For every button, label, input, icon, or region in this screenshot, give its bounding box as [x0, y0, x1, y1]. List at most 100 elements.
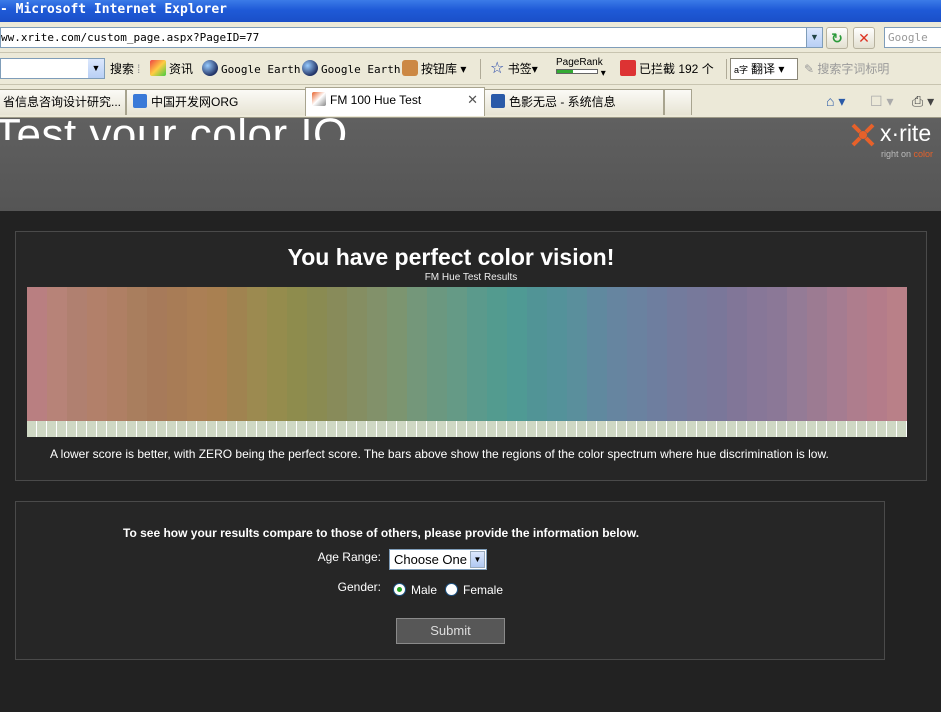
submit-button[interactable]: Submit — [396, 618, 505, 644]
results-panel: You have perfect color vision! FM Hue Te… — [15, 231, 927, 481]
spectrum-band — [707, 287, 727, 421]
score-bar — [227, 421, 237, 437]
translate-icon: a字 — [734, 65, 749, 75]
score-bar — [377, 421, 387, 437]
spectrum-band — [487, 287, 507, 421]
tab-china-dev[interactable]: 中国开发网ORG — [126, 89, 306, 115]
globe-icon — [302, 60, 318, 76]
bookmarks-button[interactable]: ☆ 书签▾ — [490, 60, 538, 78]
xrite-logo[interactable]: x·rite right on color — [850, 120, 941, 162]
spectrum-band — [187, 287, 207, 421]
spectrum-band — [167, 287, 187, 421]
score-bar — [127, 421, 137, 437]
search-input[interactable]: Google — [884, 27, 941, 48]
score-bar — [27, 421, 37, 437]
score-bar — [687, 421, 697, 437]
pagerank-indicator[interactable]: PageRank ▾ — [556, 57, 606, 79]
score-bar — [397, 421, 407, 437]
stop-icon[interactable]: ✕ — [853, 27, 875, 49]
score-bar — [567, 421, 577, 437]
spectrum-band — [827, 287, 847, 421]
score-bar — [597, 421, 607, 437]
toolbar-news-button[interactable]: 资讯 — [150, 60, 193, 78]
spectrum-band — [667, 287, 687, 421]
score-bar — [437, 421, 447, 437]
score-bar — [137, 421, 147, 437]
demographics-form: To see how your results compare to those… — [15, 501, 885, 660]
spectrum-band — [527, 287, 547, 421]
spectrum-band — [127, 287, 147, 421]
button-library-button[interactable]: 按钮库 ▾ — [402, 60, 466, 78]
spectrum-band — [507, 287, 527, 421]
new-tab-button[interactable] — [664, 89, 692, 115]
spectrum-band — [727, 287, 747, 421]
toolbar-divider — [480, 59, 481, 79]
page-header: Test your color IQ x·rite right on color — [0, 118, 941, 211]
address-bar: ww.xrite.com/custom_page.aspx?PageID=77 … — [0, 22, 941, 53]
google-earth-button-1[interactable]: Google Earth — [202, 60, 300, 78]
score-bar — [107, 421, 117, 437]
spectrum-band — [807, 287, 827, 421]
news-icon — [150, 60, 166, 76]
chevron-down-icon[interactable]: ▼ — [470, 551, 485, 568]
tab-fm-hue-test[interactable]: FM 100 Hue Test ✕ — [305, 87, 485, 116]
score-bar — [187, 421, 197, 437]
tab-info-consulting[interactable]: 省信息咨询设计研究... — [0, 89, 126, 115]
home-icon[interactable]: ⌂ ▾ — [826, 93, 845, 110]
tab-xitek[interactable]: 色影无忌 - 系统信息 — [484, 89, 664, 115]
spectrum-band — [627, 287, 647, 421]
score-bar — [647, 421, 657, 437]
score-bar — [787, 421, 797, 437]
url-dropdown-icon[interactable]: ▼ — [806, 28, 822, 47]
score-bar — [537, 421, 547, 437]
gender-female-label[interactable]: Female — [463, 583, 503, 597]
spectrum-band — [267, 287, 287, 421]
spectrum-band — [47, 287, 67, 421]
spectrum-band — [447, 287, 467, 421]
tab-bar: 省信息咨询设计研究... 中国开发网ORG FM 100 Hue Test ✕ … — [0, 85, 941, 118]
gender-female-radio[interactable] — [445, 583, 458, 596]
pagerank-bar — [556, 69, 598, 74]
score-bar — [417, 421, 427, 437]
gender-label: Gender: — [337, 580, 381, 594]
score-bar — [837, 421, 847, 437]
score-bar — [337, 421, 347, 437]
puzzle-icon — [402, 60, 418, 76]
score-bar — [387, 421, 397, 437]
spectrum-band — [67, 287, 87, 421]
age-range-select[interactable]: Choose One ▼ — [389, 549, 487, 570]
feeds-icon[interactable]: ☐ ▾ — [870, 93, 893, 110]
close-tab-icon[interactable]: ✕ — [467, 88, 478, 112]
xrite-x-icon — [851, 123, 875, 147]
print-icon[interactable]: ⎙ ▾ — [912, 93, 934, 110]
score-bar — [717, 421, 727, 437]
gender-male-radio[interactable] — [393, 583, 406, 596]
score-bar — [867, 421, 877, 437]
url-input[interactable]: ww.xrite.com/custom_page.aspx?PageID=77 — [0, 27, 823, 48]
spectrum-band — [647, 287, 667, 421]
score-bar — [757, 421, 767, 437]
result-subhead: FM Hue Test Results — [424, 272, 518, 283]
gender-male-label[interactable]: Male — [411, 583, 437, 597]
google-earth-button-2[interactable]: Google Earth — [302, 60, 400, 78]
spectrum-band — [87, 287, 107, 421]
score-bar — [67, 421, 77, 437]
refresh-icon[interactable]: ↻ — [826, 27, 848, 49]
spectrum-band — [287, 287, 307, 421]
form-intro: To see how your results compare to those… — [123, 526, 640, 540]
score-bar — [457, 421, 467, 437]
spectrum-band — [427, 287, 447, 421]
score-bar — [477, 421, 487, 437]
spectrum-band — [787, 287, 807, 421]
toolbar-search-button[interactable]: 搜索 — [110, 60, 134, 78]
popup-blocker-button[interactable]: 已拦截 192 个 — [620, 60, 714, 78]
globe-icon — [202, 60, 218, 76]
toolbar-search-dropdown-icon[interactable]: ▼ — [88, 59, 104, 78]
score-bar — [507, 421, 517, 437]
search-highlight-button[interactable]: ✎ 搜索字词标明 — [804, 60, 889, 78]
spectrum-band — [27, 287, 47, 421]
spectrum-band — [207, 287, 227, 421]
score-bar — [877, 421, 887, 437]
translate-button[interactable]: a字 翻译 ▾ — [730, 58, 798, 80]
spectrum-band — [847, 287, 867, 421]
